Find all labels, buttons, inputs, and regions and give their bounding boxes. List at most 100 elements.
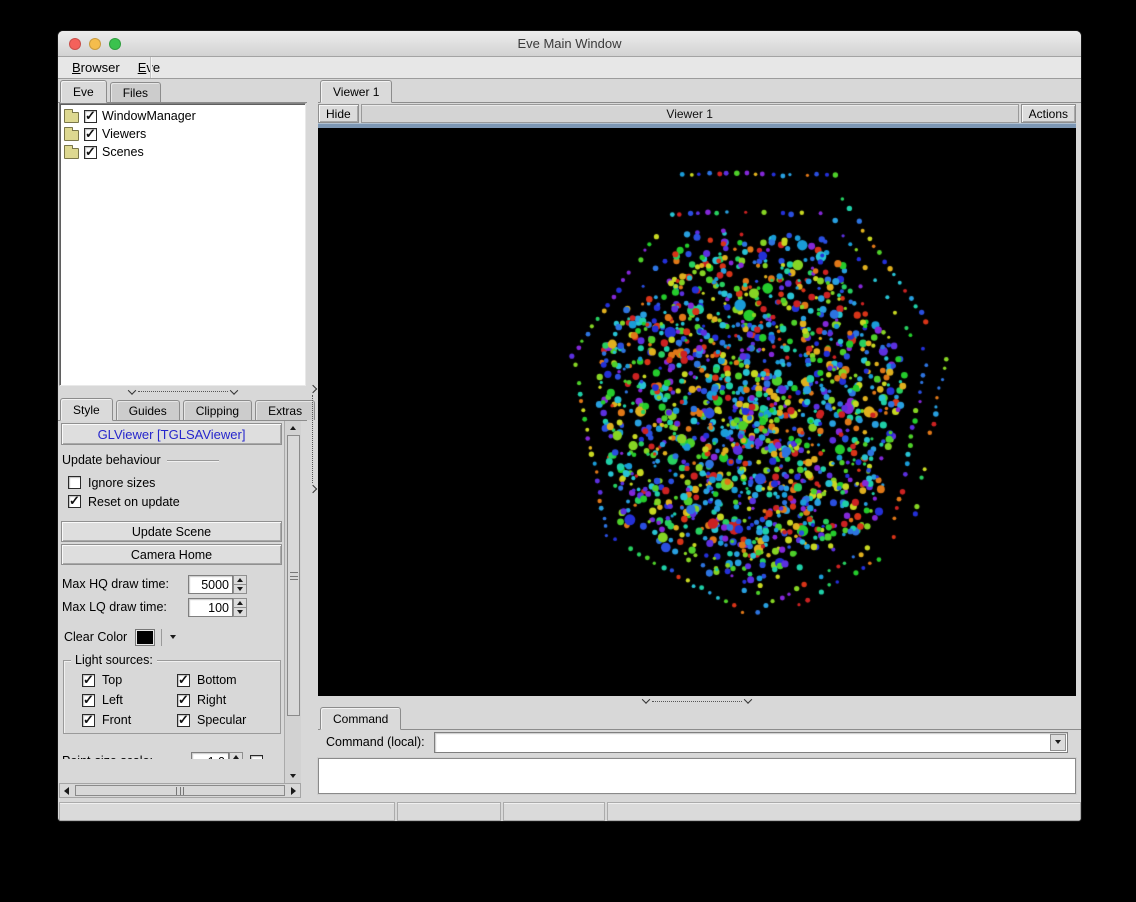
scroll-right-button[interactable] [287,786,300,795]
command-input[interactable] [435,732,1049,752]
tab-style[interactable]: Style [60,398,113,421]
menu-eve[interactable]: Eve [129,57,169,79]
light-bottom-label: Bottom [197,673,237,687]
status-segment [59,802,395,821]
light-bottom-checkbox[interactable] [177,672,190,688]
hide-button[interactable]: Hide [318,104,359,123]
stepper-up-button[interactable] [233,574,247,585]
reset-on-update-checkbox[interactable] [68,493,81,509]
stepper-down-button[interactable] [233,584,247,594]
max-lq-input[interactable]: 100 [188,597,233,617]
light-top-checkbox[interactable] [82,672,95,688]
horizontal-scrollbar-thumb[interactable] [75,785,285,796]
eve-object-tree: WindowManager Viewers Scenes [59,103,306,386]
command-combobox[interactable] [434,731,1068,753]
light-top-label: Top [102,673,123,687]
gl-viewport-canvas[interactable] [318,128,1076,696]
gl-viewport[interactable] [318,128,1076,696]
viewer-frame-titlebar: Hide Viewer 1 Actions [318,104,1076,123]
light-left-checkbox[interactable] [82,692,95,708]
chevron-up-icon [237,600,243,605]
actions-button[interactable]: Actions [1020,104,1076,123]
chevron-up-icon [290,426,296,430]
tab-viewer-1[interactable]: Viewer 1 [320,80,393,103]
splitter-dots [137,391,228,392]
scales-block: Point-size scale: 1.0 Line-width scale: … [60,750,284,759]
light-right: Right [177,692,280,708]
tree-row[interactable]: Viewers [64,125,305,143]
stepper-up-button[interactable] [233,597,247,608]
scroll-down-button[interactable] [285,769,301,783]
close-button-icon[interactable] [69,38,81,50]
light-front: Front [82,712,177,728]
chevron-down-icon [127,385,136,395]
point-size-input[interactable]: 1.0 [191,751,229,759]
light-left-label: Left [102,693,123,707]
light-left: Left [82,692,177,708]
tab-files[interactable]: Files [109,82,162,102]
point-size-checkbox[interactable] [250,754,263,759]
light-top: Top [82,672,177,688]
light-right-label: Right [197,693,227,707]
horizontal-splitter[interactable] [58,385,307,397]
command-local-label: Command (local): [326,735,425,749]
chevron-down-icon [1055,740,1061,744]
tree-checkbox[interactable] [84,144,97,160]
tree-item-label[interactable]: Viewers [102,127,146,141]
max-hq-stepper [233,574,247,594]
light-specular-checkbox[interactable] [177,712,190,728]
update-scene-button[interactable]: Update Scene [61,521,282,542]
tree-item-label[interactable]: Scenes [102,145,144,159]
stepper-up-button[interactable] [229,751,243,759]
statusbar [58,801,1081,821]
splitter-dots [312,394,313,483]
vertical-splitter[interactable] [307,79,318,798]
camera-home-button[interactable]: Camera Home [61,544,282,565]
tab-guides[interactable]: Guides [115,400,180,420]
menu-browser[interactable]: Browser [63,57,129,79]
status-segment [503,802,605,821]
editor-vertical-scrollbar[interactable] [284,421,301,783]
tab-eve[interactable]: Eve [60,80,107,103]
tab-command[interactable]: Command [320,707,402,730]
menubar-separator [150,57,151,78]
chevron-down-icon [290,774,296,778]
color-dropdown-icon[interactable] [170,635,177,639]
combo-dropdown-button[interactable] [1050,733,1066,751]
light-right-checkbox[interactable] [177,692,190,708]
titlebar[interactable]: Eve Main Window [58,31,1081,57]
scroll-up-button[interactable] [285,421,301,435]
status-segment [397,802,501,821]
command-tabbar-wrap: Command [318,706,1081,730]
browser-left-panel: Eve Files WindowManager Viewers Scenes [58,79,316,798]
tree-row[interactable]: WindowManager [64,107,305,125]
ignore-sizes-checkbox[interactable] [68,476,81,489]
vertical-scrollbar-thumb[interactable] [287,435,300,716]
thumb-grip-icon [290,571,298,580]
chevron-down-icon [641,695,651,704]
max-hq-input[interactable]: 5000 [188,574,233,594]
stepper-down-button[interactable] [233,607,247,617]
tab-clipping[interactable]: Clipping [182,400,253,420]
tree-item-label[interactable]: WindowManager [102,109,196,123]
scroll-left-button[interactable] [60,786,73,795]
chevron-down-icon [237,609,243,614]
light-sources-group: Light sources: Top Bottom Left Right Fro… [63,653,281,734]
tree-checkbox[interactable] [84,108,97,124]
minimize-button-icon[interactable] [89,38,101,50]
tree-checkbox[interactable] [84,126,97,142]
splitter-dots [652,700,742,702]
tree-row[interactable]: Scenes [64,143,305,161]
viewer-command-splitter[interactable] [318,695,1076,706]
clear-color-swatch[interactable] [135,628,156,646]
clear-color-label: Clear Color [64,630,128,644]
point-size-label: Point-size scale: [62,754,191,759]
editor-horizontal-scrollbar[interactable] [59,783,301,798]
max-lq-stepper [233,597,247,617]
light-front-checkbox[interactable] [82,712,95,728]
glviewer-object-button[interactable]: GLViewer [TGLSAViewer] [61,423,282,445]
ignore-sizes-row: Ignore sizes [68,473,284,492]
zoom-button-icon[interactable] [109,38,121,50]
menu-browser-rest: rowser [80,60,120,75]
light-sources-grid: Top Bottom Left Right Front Specular [82,672,280,728]
